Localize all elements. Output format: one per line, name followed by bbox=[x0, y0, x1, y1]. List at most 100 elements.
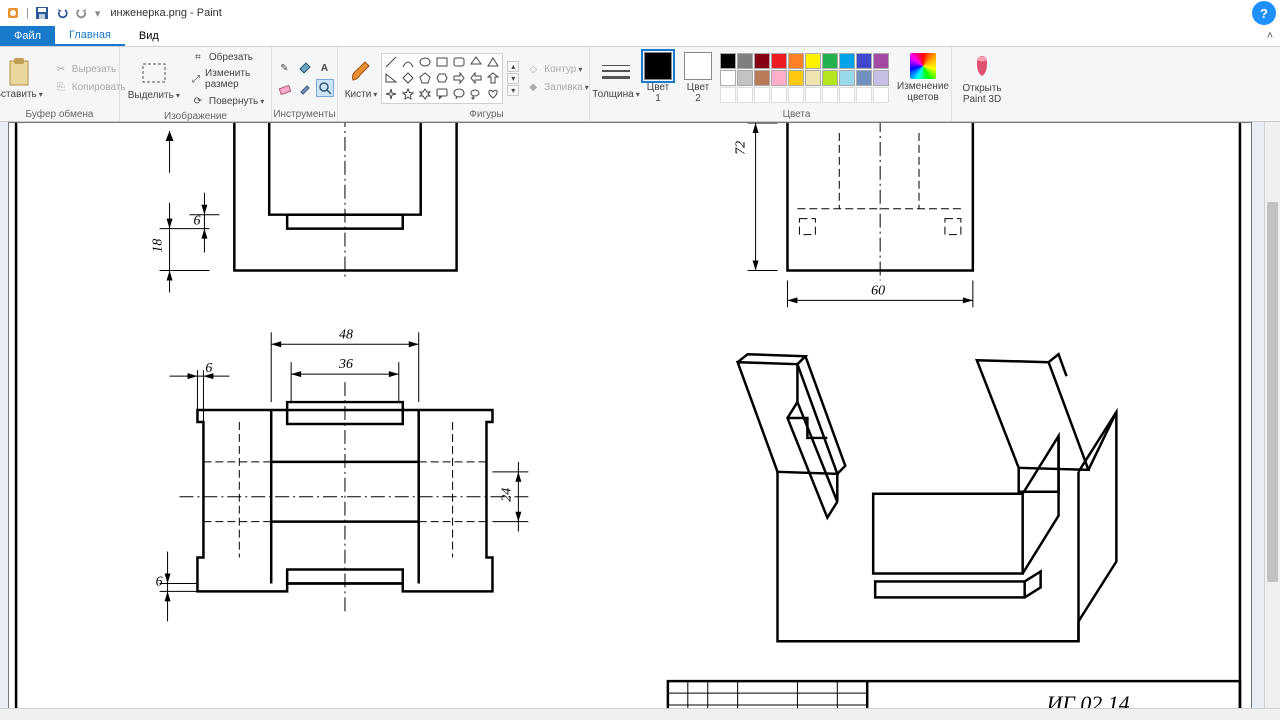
palette-cell[interactable] bbox=[839, 53, 855, 69]
palette-cell[interactable] bbox=[788, 53, 804, 69]
collapse-ribbon-icon[interactable]: ˄ bbox=[1260, 26, 1280, 46]
palette-cell[interactable] bbox=[856, 70, 872, 86]
svg-text:6: 6 bbox=[156, 574, 163, 589]
palette-cell-empty[interactable] bbox=[788, 87, 804, 103]
color1-button[interactable]: Цвет 1 bbox=[640, 50, 676, 106]
palette-cell[interactable] bbox=[805, 70, 821, 86]
palette-cell[interactable] bbox=[856, 53, 872, 69]
scroll-thumb[interactable] bbox=[1267, 202, 1278, 582]
palette-cell-empty[interactable] bbox=[822, 87, 838, 103]
app-icon[interactable] bbox=[4, 4, 22, 22]
save-icon[interactable] bbox=[33, 4, 51, 22]
copy-button[interactable]: ⎘Копировать bbox=[51, 79, 129, 95]
shape-star5[interactable] bbox=[400, 87, 416, 102]
palette-cell[interactable] bbox=[737, 70, 753, 86]
svg-text:6: 6 bbox=[193, 214, 200, 229]
cut-button[interactable]: ✂Вырезать bbox=[51, 61, 119, 77]
shape-star6[interactable] bbox=[417, 87, 433, 102]
select-button[interactable]: Выделить bbox=[124, 56, 184, 103]
shape-rtriangle[interactable] bbox=[383, 71, 399, 86]
select-rect-icon bbox=[139, 58, 169, 88]
shape-arrow-r[interactable] bbox=[451, 71, 467, 86]
shape-callout-oval[interactable] bbox=[451, 87, 467, 102]
shape-polygon[interactable] bbox=[468, 55, 484, 70]
rotate-button[interactable]: ⟳Повернуть bbox=[188, 93, 267, 109]
palette-cell[interactable] bbox=[737, 53, 753, 69]
help-button[interactable]: ? bbox=[1252, 1, 1276, 25]
shape-roundrect[interactable] bbox=[451, 55, 467, 70]
palette-cell[interactable] bbox=[822, 53, 838, 69]
magnifier-tool[interactable] bbox=[316, 79, 334, 97]
ribbon: Вставить ✂Вырезать ⎘Копировать Буфер обм… bbox=[0, 47, 1280, 122]
fill-tool[interactable] bbox=[296, 59, 314, 77]
palette-cell[interactable] bbox=[754, 70, 770, 86]
palette-cell[interactable] bbox=[873, 70, 889, 86]
palette-cell[interactable] bbox=[720, 70, 736, 86]
outline-button[interactable]: ◇Контур bbox=[523, 61, 585, 77]
palette-cell[interactable] bbox=[839, 70, 855, 86]
shape-triangle[interactable] bbox=[485, 55, 501, 70]
picker-tool[interactable] bbox=[296, 79, 314, 97]
shape-callout-cloud[interactable] bbox=[468, 87, 484, 102]
palette-cell-empty[interactable] bbox=[720, 87, 736, 103]
shape-oval[interactable] bbox=[417, 55, 433, 70]
palette-cell[interactable] bbox=[788, 70, 804, 86]
undo-icon[interactable] bbox=[53, 4, 71, 22]
palette-cell-empty[interactable] bbox=[771, 87, 787, 103]
edit-colors-button[interactable]: Изменение цветов bbox=[893, 51, 953, 105]
shape-rect[interactable] bbox=[434, 55, 450, 70]
palette-cell-empty[interactable] bbox=[839, 87, 855, 103]
statusbar bbox=[0, 708, 1280, 720]
group-paint3d: Открыть Paint 3D bbox=[952, 47, 1012, 121]
paint3d-icon bbox=[967, 51, 997, 81]
vertical-scrollbar[interactable] bbox=[1264, 122, 1280, 708]
palette-cell[interactable] bbox=[720, 53, 736, 69]
canvas[interactable]: 18 6 bbox=[8, 122, 1252, 708]
shape-arrow-l[interactable] bbox=[468, 71, 484, 86]
crop-button[interactable]: ⌗Обрезать bbox=[188, 49, 256, 65]
palette-cell-empty[interactable] bbox=[754, 87, 770, 103]
shape-arrow-u[interactable] bbox=[485, 71, 501, 86]
palette-cell[interactable] bbox=[805, 53, 821, 69]
tab-view[interactable]: Вид bbox=[125, 26, 173, 46]
palette-cell-empty[interactable] bbox=[873, 87, 889, 103]
text-tool[interactable]: A bbox=[316, 59, 334, 77]
shape-callout-rect[interactable] bbox=[434, 87, 450, 102]
palette-cell[interactable] bbox=[771, 70, 787, 86]
shape-gallery[interactable] bbox=[381, 53, 503, 104]
shape-scroll-down[interactable]: ▾ bbox=[507, 73, 519, 84]
resize-button[interactable]: ⤢Изменить размер bbox=[188, 67, 267, 91]
fill-button[interactable]: ◆Заливка bbox=[523, 79, 592, 95]
group-shapes: ▴ ▾ ▾ ◇Контур ◆Заливка Фигуры bbox=[384, 47, 590, 121]
shape-diamond[interactable] bbox=[400, 71, 416, 86]
palette-cell-empty[interactable] bbox=[856, 87, 872, 103]
shape-line[interactable] bbox=[383, 55, 399, 70]
tab-file[interactable]: Файл bbox=[0, 26, 55, 46]
fill-shape-icon: ◆ bbox=[526, 80, 540, 94]
shape-hexagon[interactable] bbox=[434, 71, 450, 86]
shape-curve[interactable] bbox=[400, 55, 416, 70]
clipboard-icon bbox=[4, 57, 34, 87]
window-title: инженерка.png - Paint bbox=[110, 7, 221, 19]
shape-scroll-up[interactable]: ▴ bbox=[507, 61, 519, 72]
palette-cell[interactable] bbox=[822, 70, 838, 86]
palette-cell-empty[interactable] bbox=[737, 87, 753, 103]
palette-cell[interactable] bbox=[754, 53, 770, 69]
paint3d-button[interactable]: Открыть Paint 3D bbox=[958, 49, 1005, 107]
palette-cell[interactable] bbox=[873, 53, 889, 69]
shape-heart[interactable] bbox=[485, 87, 501, 102]
shape-star4[interactable] bbox=[383, 87, 399, 102]
palette-cell[interactable] bbox=[771, 53, 787, 69]
eraser-tool[interactable] bbox=[276, 79, 294, 97]
paste-button[interactable]: Вставить bbox=[0, 55, 47, 102]
shape-pentagon[interactable] bbox=[417, 71, 433, 86]
palette-cell-empty[interactable] bbox=[805, 87, 821, 103]
redo-icon[interactable] bbox=[73, 4, 91, 22]
tab-home[interactable]: Главная bbox=[55, 26, 125, 46]
shape-expand[interactable]: ▾ bbox=[507, 85, 519, 96]
color2-button[interactable]: Цвет 2 bbox=[680, 50, 716, 106]
svg-text:18: 18 bbox=[151, 239, 166, 253]
brushes-button[interactable]: Кисти bbox=[341, 55, 382, 102]
thickness-button[interactable]: Толщина bbox=[588, 55, 643, 102]
pencil-tool[interactable]: ✎ bbox=[276, 59, 294, 77]
